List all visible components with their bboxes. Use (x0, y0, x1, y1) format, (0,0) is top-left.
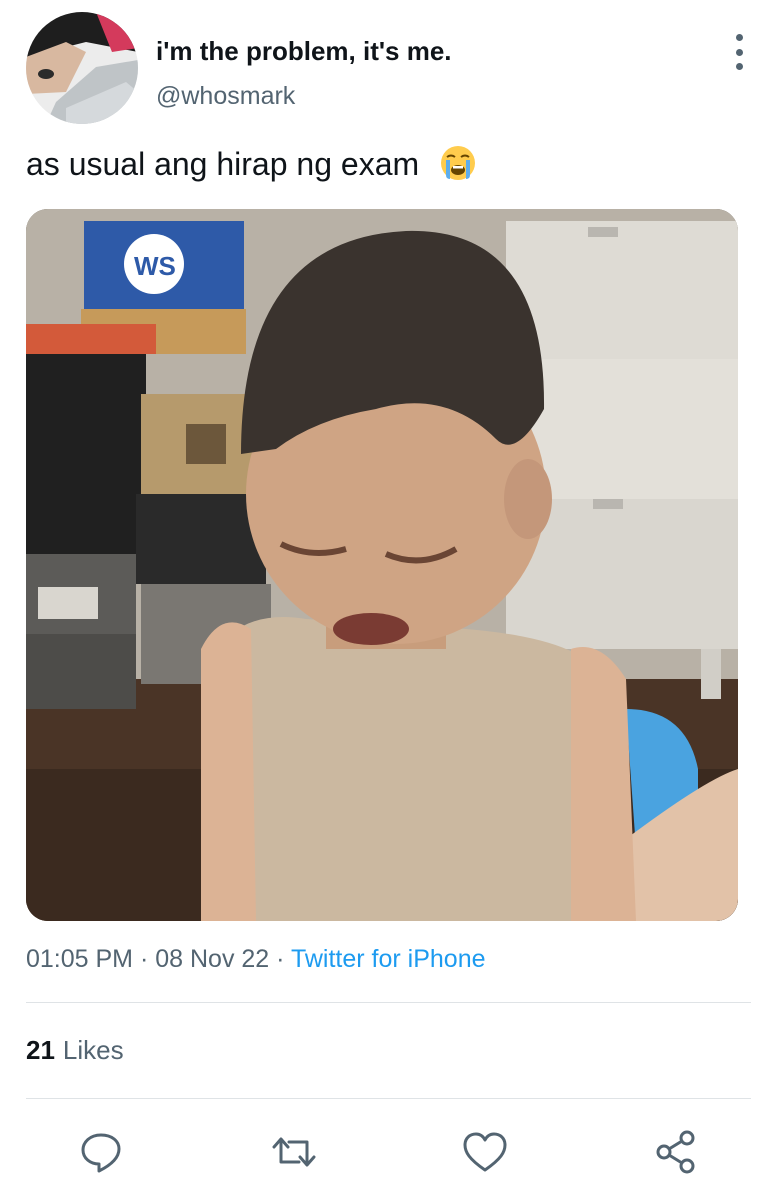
more-dot-icon (735, 34, 743, 41)
display-name[interactable]: i'm the problem, it's me. (156, 36, 452, 67)
crying-child-photo: WS (26, 209, 738, 921)
divider (26, 1098, 751, 1099)
meta-separator: · (269, 945, 291, 973)
speech-bubble-icon (81, 1133, 121, 1173)
bag-logo-text: WS (134, 251, 176, 281)
avatar[interactable] (26, 12, 138, 124)
tweet-text: as usual ang hirap ng exam (26, 143, 478, 183)
share-icon (656, 1130, 695, 1174)
tweet-date[interactable]: 08 Nov 22 (155, 945, 269, 973)
divider (26, 1002, 751, 1003)
reply-button[interactable] (75, 1126, 127, 1178)
avatar-image (26, 12, 138, 124)
more-options-button[interactable] (731, 34, 747, 70)
loudly-crying-face-icon (441, 146, 476, 180)
tweet-time[interactable]: 01:05 PM (26, 945, 133, 973)
likes-label: Likes (62, 1035, 124, 1065)
likes-count: 21 (26, 1035, 55, 1065)
tweet-source-link[interactable]: Twitter for iPhone (291, 945, 486, 973)
tweet-header: i'm the problem, it's me. @whosmark (26, 12, 751, 126)
share-button[interactable] (650, 1126, 702, 1178)
tweet-metadata: 01:05 PM · 08 Nov 22 · Twitter for iPhon… (26, 945, 486, 974)
meta-separator: · (133, 945, 156, 973)
retweet-button[interactable] (268, 1126, 320, 1178)
like-button[interactable] (459, 1126, 511, 1178)
heart-icon (463, 1132, 507, 1172)
tweet-action-bar (0, 1122, 777, 1182)
tweet-media-image[interactable]: WS (26, 209, 738, 921)
more-dot-icon (735, 48, 743, 56)
user-handle[interactable]: @whosmark (156, 82, 295, 111)
more-dot-icon (735, 63, 743, 70)
likes-stat[interactable]: 21 Likes (26, 1035, 124, 1066)
tweet-text-content: as usual ang hirap ng exam (26, 146, 420, 182)
retweet-icon (272, 1137, 316, 1167)
